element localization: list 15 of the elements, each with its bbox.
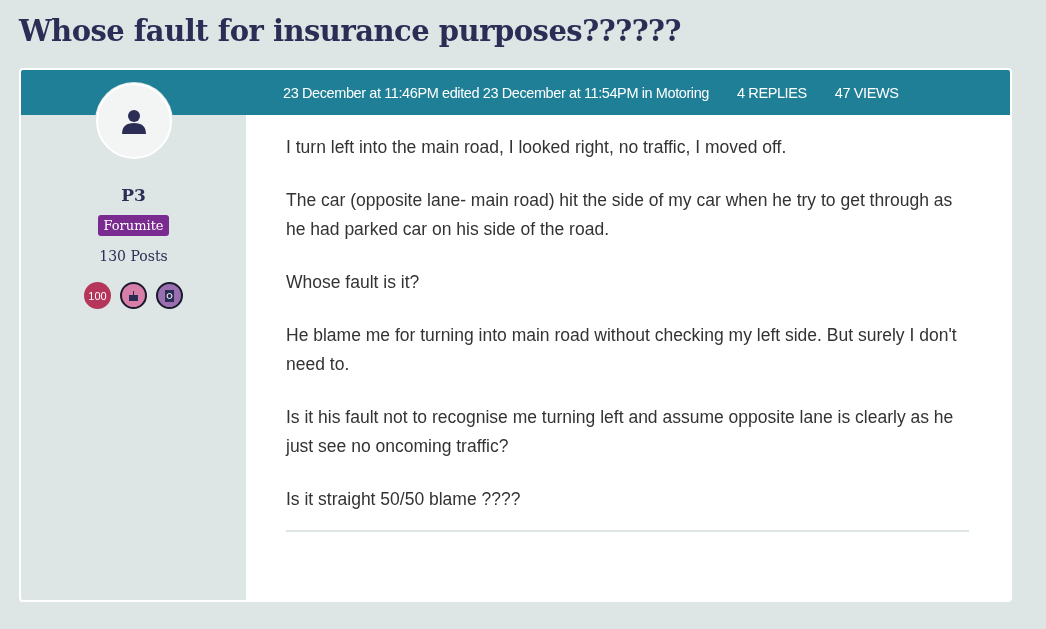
post-paragraph: Whose fault is it? bbox=[286, 271, 421, 294]
post-paragraph: He blame me for turning into main road without checking my left side. But surely I don't need to. bbox=[286, 324, 958, 376]
author-name[interactable]: P3 bbox=[121, 185, 146, 205]
post-paragraph: I turn left into the main road, I looked right, no traffic, I moved off. bbox=[286, 136, 788, 159]
count-badge: 100 bbox=[84, 282, 111, 309]
post-paragraph: Is it his fault not to recognise me turning left and assume opposite lane is clearly as he just see no oncoming traffic? bbox=[286, 406, 955, 458]
post-count: 130 Posts bbox=[99, 248, 168, 264]
post-paragraph: Is it straight 50/50 blame ???? bbox=[286, 488, 522, 511]
rank-badge: Forumite bbox=[98, 215, 169, 236]
post-date: 23 December at 11:46PM edited 23 December at 11:54PM in Motoring bbox=[283, 84, 710, 101]
thread-title: Whose fault for insurance purposes?????? bbox=[19, 14, 683, 48]
view-count: 47 VIEWS bbox=[834, 84, 899, 101]
user-icon bbox=[120, 108, 147, 134]
reply-count: 4 REPLIES bbox=[737, 84, 807, 101]
post-paragraph: The car (opposite lane- main road) hit the side of my car when he try to get through as he had parked car on his side of the road. bbox=[286, 189, 954, 241]
